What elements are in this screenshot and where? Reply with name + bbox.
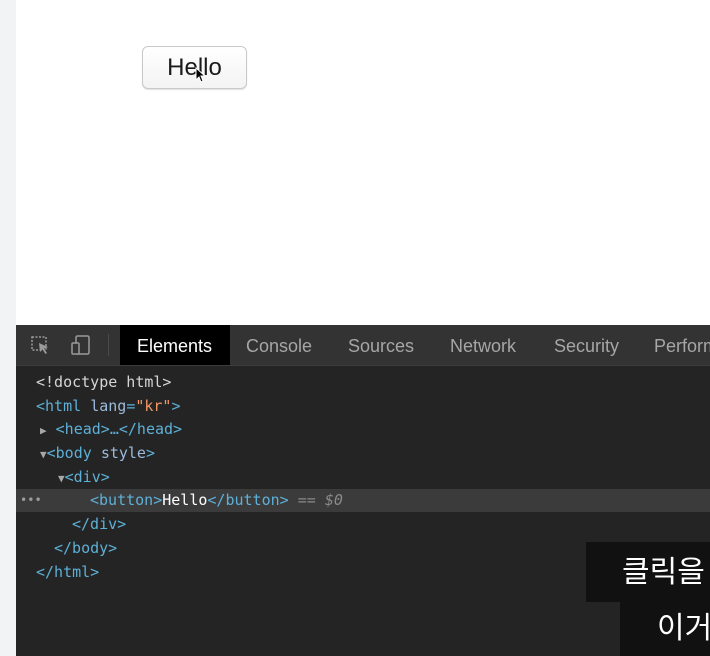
button-close-tag: </button>	[207, 491, 289, 509]
body-close-tag: </body>	[54, 539, 118, 557]
elements-dom-tree[interactable]: <!doctype html> <html lang="kr"> ▶ <head…	[16, 366, 710, 656]
tab-security[interactable]: Security	[554, 325, 619, 365]
dom-node-head[interactable]: ▶ <head>…</head>	[16, 418, 710, 441]
dom-node-html[interactable]: <html lang="kr">	[16, 395, 710, 418]
dom-node-body[interactable]: ▼<body style>	[16, 442, 710, 465]
div-open-tag: <div>	[64, 468, 110, 486]
mouse-cursor-icon	[195, 67, 205, 83]
selected-variable: $0	[324, 491, 343, 509]
tab-network[interactable]: Network	[450, 325, 516, 365]
expand-triangle-icon[interactable]: ▶	[40, 424, 47, 437]
inspect-element-icon[interactable]	[30, 334, 52, 356]
toolbar-divider	[108, 334, 109, 356]
body-open-close: >	[145, 444, 155, 462]
collapse-triangle-icon[interactable]: ▼	[40, 448, 47, 461]
device-toolbar-icon[interactable]	[70, 334, 92, 356]
dom-node-button-selected[interactable]: ••• <button>Hello</button> == $0	[16, 489, 710, 512]
dom-node-div-close[interactable]: </div>	[16, 513, 710, 536]
div-close-tag: </div>	[72, 515, 127, 533]
body-attr-name: style	[100, 444, 146, 462]
subtitle-line-1: 클릭을	[586, 542, 710, 602]
dom-node-div[interactable]: ▼<div>	[16, 466, 710, 489]
subtitle-line-2: 이거	[620, 602, 710, 656]
collapse-triangle-icon[interactable]: ▼	[58, 472, 65, 485]
more-options-dots-icon[interactable]: •••	[20, 489, 42, 512]
doctype-text: <!doctype html>	[36, 373, 172, 391]
devtools-panel: Elements Console Sources Network Securit…	[16, 325, 710, 656]
dom-node-doctype[interactable]: <!doctype html>	[16, 371, 710, 394]
selected-marker: ==	[297, 491, 325, 509]
tab-elements[interactable]: Elements	[120, 325, 231, 365]
head-collapsed: <head>…</head>	[55, 420, 183, 438]
tab-console[interactable]: Console	[246, 325, 312, 365]
html-close-tag: </html>	[36, 563, 100, 581]
html-attr-name: lang	[90, 397, 127, 415]
devtools-toolbar: Elements Console Sources Network Securit…	[16, 325, 710, 366]
body-open-tag: <body	[46, 444, 92, 462]
button-text-node: Hello	[162, 491, 208, 509]
html-attr-value: "kr"	[135, 397, 172, 415]
tab-sources[interactable]: Sources	[348, 325, 414, 365]
tab-performance[interactable]: Perform	[654, 325, 710, 365]
page-viewport: Hello	[16, 0, 710, 325]
button-open-tag: <button>	[90, 491, 163, 509]
html-open-close: >	[171, 397, 181, 415]
left-gutter	[0, 0, 16, 656]
html-open-tag: <html	[36, 397, 82, 415]
